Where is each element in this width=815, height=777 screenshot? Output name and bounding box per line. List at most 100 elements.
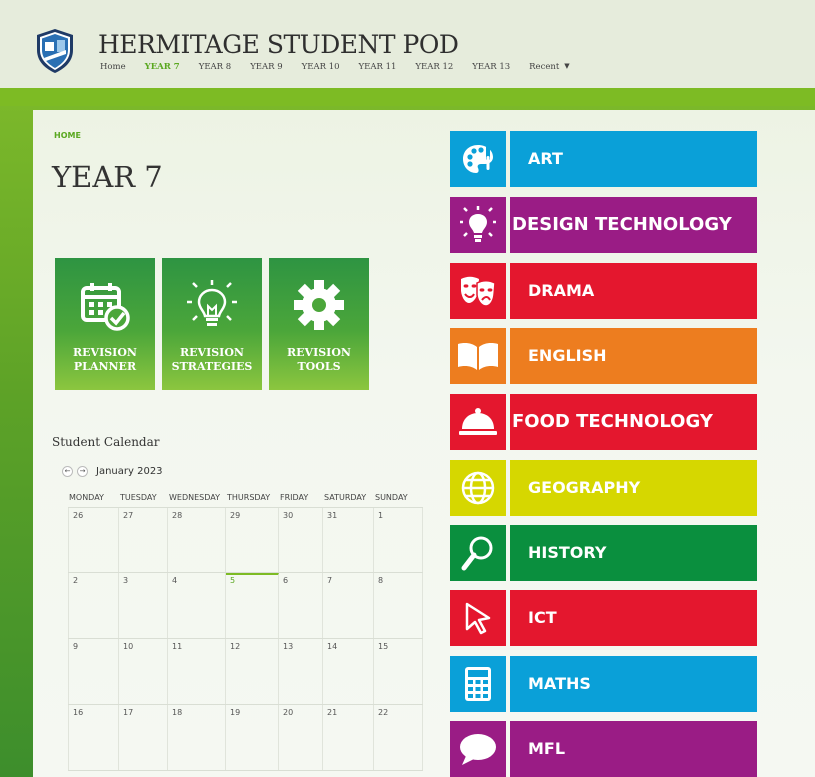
- subject-label: DESIGN TECHNOLOGY: [510, 197, 757, 253]
- theatre-masks-icon: [450, 263, 506, 319]
- subject-link-english[interactable]: ENGLISH: [450, 328, 757, 384]
- breadcrumb-home[interactable]: HOME: [54, 131, 81, 140]
- calendar-day-cell[interactable]: 22: [374, 705, 423, 770]
- calendar-day-cell[interactable]: 6: [279, 573, 323, 638]
- calendar-week-row: 2345678: [68, 573, 423, 639]
- nav-item-year-7[interactable]: YEAR 7: [145, 62, 180, 72]
- calendar-day-cell[interactable]: 12: [226, 639, 279, 704]
- site-title[interactable]: HERMITAGE STUDENT POD: [98, 30, 459, 59]
- nav-item-year-11[interactable]: YEAR 11: [359, 62, 397, 72]
- top-navigation: Home YEAR 7 YEAR 8 YEAR 9 YEAR 10 YEAR 11 YEAR…: [100, 62, 589, 72]
- subject-link-art[interactable]: ART: [450, 131, 757, 187]
- calendar-day-cell[interactable]: 17: [119, 705, 168, 770]
- calendar-day-cell[interactable]: 26: [68, 508, 119, 572]
- subject-label: ART: [510, 131, 757, 187]
- calendar-title: Student Calendar: [52, 435, 160, 449]
- calculator-icon: [450, 656, 506, 712]
- calendar-day-cell[interactable]: 21: [323, 705, 374, 770]
- calendar-day-cell[interactable]: 31: [323, 508, 374, 572]
- calendar-day-cell[interactable]: 2: [68, 573, 119, 638]
- calendar-day-cell[interactable]: 27: [119, 508, 168, 572]
- weekday-label: TUESDAY: [120, 493, 157, 502]
- calendar-day-cell[interactable]: 14: [323, 639, 374, 704]
- magnifier-icon: [450, 525, 506, 581]
- school-crest-icon[interactable]: [35, 28, 75, 74]
- calendar-month: January 2023: [96, 466, 163, 477]
- page-title: YEAR 7: [52, 160, 163, 194]
- calendar-day-cell[interactable]: 19: [226, 705, 279, 770]
- subject-link-maths[interactable]: MATHS: [450, 656, 757, 712]
- green-header-strip: [0, 88, 815, 106]
- calendar-day-cell[interactable]: 13: [279, 639, 323, 704]
- calendar-week-row: 9 10 11 12 13 14 15: [68, 639, 423, 705]
- calendar-day-cell[interactable]: 10: [119, 639, 168, 704]
- subject-link-food-technology[interactable]: FOOD TECHNOLOGY: [450, 394, 757, 450]
- cloche-icon: [450, 394, 506, 450]
- calendar-day-cell[interactable]: 4: [168, 573, 226, 638]
- calendar-day-cell[interactable]: 7: [323, 573, 374, 638]
- nav-item-year-9[interactable]: YEAR 9: [250, 62, 282, 72]
- subject-link-history[interactable]: HISTORY: [450, 525, 757, 581]
- tile-label: REVISION PLANNER: [73, 346, 137, 373]
- calendar-day-cell[interactable]: 29: [226, 508, 279, 572]
- gear-icon: [294, 280, 344, 330]
- subject-label: HISTORY: [510, 525, 757, 581]
- calendar-week-row: 16 17 18 19 20 21 22: [68, 705, 423, 771]
- palette-icon: [450, 131, 506, 187]
- subject-label: FOOD TECHNOLOGY: [510, 394, 757, 450]
- nav-item-year-13[interactable]: YEAR 13: [472, 62, 510, 72]
- calendar-day-cell[interactable]: 30: [279, 508, 323, 572]
- open-book-icon: [450, 328, 506, 384]
- weekday-label: THURSDAY: [227, 493, 271, 502]
- subject-link-design-technology[interactable]: DESIGN TECHNOLOGY: [450, 197, 757, 253]
- nav-item-year-8[interactable]: YEAR 8: [199, 62, 231, 72]
- cursor-icon: [450, 590, 506, 646]
- weekday-label: FRIDAY: [280, 493, 309, 502]
- calendar-day-cell[interactable]: 20: [279, 705, 323, 770]
- nav-item-year-12[interactable]: YEAR 12: [415, 62, 453, 72]
- revision-tools-tile[interactable]: REVISION TOOLS: [269, 258, 369, 390]
- calendar-day-cell[interactable]: 8: [374, 573, 423, 638]
- calendar-day-cell[interactable]: 3: [119, 573, 168, 638]
- tile-label: REVISION TOOLS: [287, 346, 351, 373]
- previous-month-button[interactable]: ←: [62, 466, 73, 477]
- speech-bubble-icon: [450, 721, 506, 777]
- calendar-check-icon: [81, 283, 130, 331]
- weekday-label: SATURDAY: [324, 493, 367, 502]
- calendar-grid: MONDAY TUESDAY WEDNESDAY THURSDAY FRIDAY SATU…: [68, 493, 423, 771]
- weekday-label: SUNDAY: [375, 493, 408, 502]
- subject-label: ENGLISH: [510, 328, 757, 384]
- nav-item-year-10[interactable]: YEAR 10: [302, 62, 340, 72]
- calendar-day-cell[interactable]: 18: [168, 705, 226, 770]
- lightbulb-icon: [450, 197, 506, 253]
- calendar-day-cell[interactable]: 5: [226, 573, 279, 638]
- calendar-day-cell[interactable]: 28: [168, 508, 226, 572]
- calendar-week-row: 26 27 28 29 30 31 1: [68, 507, 423, 573]
- subject-label: ICT: [510, 590, 757, 646]
- calendar-day-cell[interactable]: 1: [374, 508, 423, 572]
- subject-label: MATHS: [510, 656, 757, 712]
- next-month-button[interactable]: →: [77, 466, 88, 477]
- lightbulb-icon: [187, 280, 237, 326]
- calendar-weekday-header: MONDAY TUESDAY WEDNESDAY THURSDAY FRIDAY SATU…: [68, 493, 423, 507]
- subject-link-ict[interactable]: ICT: [450, 590, 757, 646]
- weekday-label: MONDAY: [69, 493, 104, 502]
- chevron-down-icon[interactable]: ▼: [564, 62, 569, 72]
- calendar-day-cell[interactable]: 11: [168, 639, 226, 704]
- subject-link-drama[interactable]: DRAMA: [450, 263, 757, 319]
- calendar-navigation: ← → January 2023: [62, 466, 163, 477]
- calendar-day-cell[interactable]: 9: [68, 639, 119, 704]
- subject-label: DRAMA: [510, 263, 757, 319]
- revision-planner-tile[interactable]: REVISION PLANNER: [55, 258, 155, 390]
- tile-label: REVISION STRATEGIES: [171, 346, 253, 373]
- nav-item-recent[interactable]: Recent: [529, 62, 559, 72]
- subject-link-mfl[interactable]: MFL: [450, 721, 757, 777]
- subject-label: GEOGRAPHY: [510, 460, 757, 516]
- subject-label: MFL: [510, 721, 757, 777]
- subject-link-geography[interactable]: GEOGRAPHY: [450, 460, 757, 516]
- calendar-day-cell[interactable]: 15: [374, 639, 423, 704]
- weekday-label: WEDNESDAY: [169, 493, 220, 502]
- nav-item-home[interactable]: Home: [100, 62, 126, 72]
- calendar-day-cell[interactable]: 16: [68, 705, 119, 770]
- revision-strategies-tile[interactable]: REVISION STRATEGIES: [162, 258, 262, 390]
